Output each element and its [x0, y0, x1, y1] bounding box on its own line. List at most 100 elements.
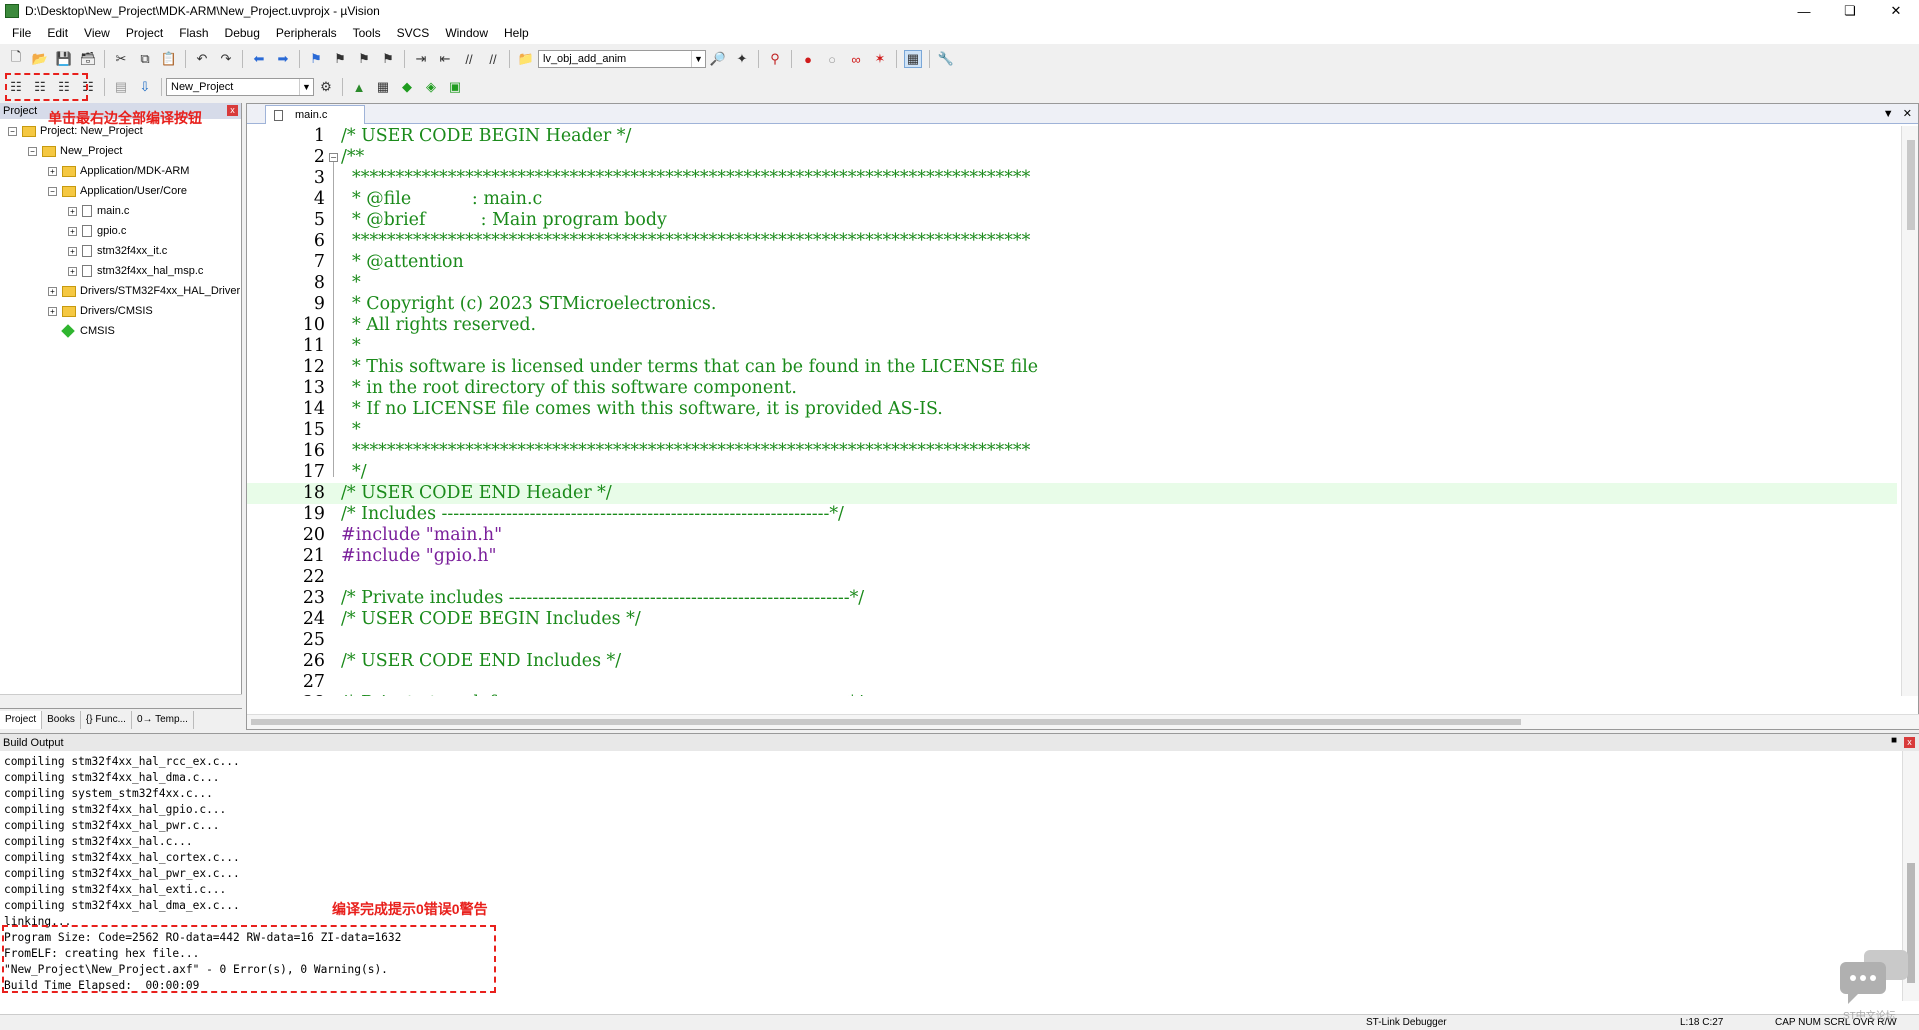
- project-tab[interactable]: 0→ Temp...: [132, 710, 194, 729]
- save-icon[interactable]: 💾: [55, 50, 73, 68]
- tree-item[interactable]: + stm32f4xx_hal_msp.c: [0, 261, 241, 281]
- download-icon[interactable]: ⇩: [136, 78, 154, 96]
- next-bookmark-icon[interactable]: ⚑: [355, 50, 373, 68]
- tree-item[interactable]: + Drivers/STM32F4xx_HAL_Driver: [0, 281, 241, 301]
- navigate-back-icon[interactable]: ⬅: [250, 50, 268, 68]
- chevron-down-icon[interactable]: ▼: [691, 51, 705, 67]
- window-title: D:\Desktop\New_Project\MDK-ARM\New_Proje…: [25, 4, 380, 18]
- expand-toggle-icon[interactable]: −: [8, 126, 17, 136]
- bookmark-icon[interactable]: ⚑: [307, 50, 325, 68]
- paste-icon[interactable]: 📋: [160, 50, 178, 68]
- menu-item-help[interactable]: Help: [496, 26, 537, 40]
- expand-toggle-icon[interactable]: +: [48, 286, 57, 296]
- menu-item-file[interactable]: File: [4, 26, 39, 40]
- expand-toggle-icon[interactable]: +: [68, 266, 77, 276]
- navigate-forward-icon[interactable]: ➡: [274, 50, 292, 68]
- tree-item[interactable]: + main.c: [0, 201, 241, 221]
- code-text: *: [341, 336, 361, 356]
- target-combo[interactable]: New_Project ▼: [166, 78, 314, 96]
- indent-icon[interactable]: ⇥: [412, 50, 430, 68]
- incremental-find-icon[interactable]: ✦: [733, 50, 751, 68]
- disable-breakpoint-icon[interactable]: ○: [823, 50, 841, 68]
- menu-item-view[interactable]: View: [76, 26, 118, 40]
- expand-toggle-icon[interactable]: +: [48, 166, 57, 176]
- tree-item[interactable]: + Drivers/CMSIS: [0, 301, 241, 321]
- breakpoint-icon[interactable]: ●: [799, 50, 817, 68]
- manage-project-icon[interactable]: ▲: [350, 78, 368, 96]
- menu-item-debug[interactable]: Debug: [217, 26, 268, 40]
- line-number: 11: [302, 336, 325, 356]
- menu-item-flash[interactable]: Flash: [171, 26, 216, 40]
- save-all-icon[interactable]: 🗃: [79, 50, 97, 68]
- comment-icon[interactable]: //: [460, 50, 478, 68]
- menu-item-svcs[interactable]: SVCS: [389, 26, 438, 40]
- chevron-down-icon[interactable]: ▼: [299, 79, 313, 95]
- find-in-files-icon[interactable]: 📁: [517, 50, 535, 68]
- uncomment-icon[interactable]: //: [484, 50, 502, 68]
- menu-item-edit[interactable]: Edit: [39, 26, 76, 40]
- event-recorder-icon[interactable]: ▣: [446, 78, 464, 96]
- tab-main-c[interactable]: main.c: [265, 105, 365, 124]
- disable-all-breakpoints-icon[interactable]: ∞: [847, 50, 865, 68]
- redo-icon[interactable]: ↷: [217, 50, 235, 68]
- expand-toggle-icon[interactable]: +: [68, 206, 77, 216]
- project-tab[interactable]: Project: [0, 710, 43, 729]
- editor-vscrollbar[interactable]: [1901, 126, 1918, 696]
- kill-breakpoints-icon[interactable]: ✶: [871, 50, 889, 68]
- project-hscrollbar[interactable]: [0, 694, 242, 708]
- editor-hscrollbar[interactable]: [247, 714, 1919, 729]
- code-text: * Copyright (c) 2023 STMicroelectronics.: [341, 294, 717, 314]
- file-icon: [274, 109, 283, 121]
- copy-icon[interactable]: ⧉: [136, 50, 154, 68]
- code-text: #include "main.h": [341, 525, 503, 545]
- menu-item-tools[interactable]: Tools: [345, 26, 389, 40]
- tree-item[interactable]: + Application/MDK-ARM: [0, 161, 241, 181]
- project-pane: Project x − Project: New_Project − New_Proj…: [0, 103, 242, 730]
- target-options-icon[interactable]: ⚙: [317, 78, 335, 96]
- menu-item-project[interactable]: Project: [118, 26, 171, 40]
- menu-item-peripherals[interactable]: Peripherals: [268, 26, 345, 40]
- folder-icon: [22, 125, 36, 137]
- new-file-icon[interactable]: 🗋: [7, 49, 25, 68]
- debug-session-icon[interactable]: ⚲: [766, 50, 784, 68]
- pin-icon[interactable]: ■: [1891, 735, 1897, 746]
- expand-toggle-icon[interactable]: −: [48, 186, 57, 196]
- project-tab[interactable]: Books: [42, 710, 81, 729]
- maximize-button[interactable]: ❏: [1827, 0, 1873, 22]
- close-button[interactable]: ✕: [1873, 0, 1919, 22]
- configure-icon[interactable]: 🔧: [937, 50, 955, 68]
- expand-toggle-icon[interactable]: +: [48, 306, 57, 316]
- minimize-button[interactable]: —: [1781, 0, 1827, 22]
- open-file-icon[interactable]: 📂: [31, 50, 49, 68]
- project-tab[interactable]: {} Func...: [81, 710, 132, 729]
- tree-item[interactable]: + stm32f4xx_it.c: [0, 241, 241, 261]
- window-layout-icon[interactable]: ▦: [904, 50, 922, 68]
- unindent-icon[interactable]: ⇤: [436, 50, 454, 68]
- build-all-annotation: 单击最右边全部编译按钮: [48, 110, 202, 126]
- expand-toggle-icon[interactable]: +: [68, 226, 77, 236]
- pack-installer-icon[interactable]: ◈: [422, 78, 440, 96]
- code-area[interactable]: 1/* USER CODE BEGIN Header */2/** −3 ****…: [247, 126, 1897, 696]
- close-icon[interactable]: x: [227, 105, 238, 116]
- expand-toggle-icon[interactable]: +: [68, 246, 77, 256]
- fold-toggle-icon[interactable]: −: [329, 153, 338, 162]
- manage-rte-icon[interactable]: ▦: [374, 78, 392, 96]
- tab-controls[interactable]: ▼ ✕: [1883, 107, 1912, 120]
- tree-item[interactable]: − Application/User/Core: [0, 181, 241, 201]
- tree-item[interactable]: − New_Project: [0, 141, 241, 161]
- tree-item-label: gpio.c: [97, 225, 127, 237]
- undo-icon[interactable]: ↶: [193, 50, 211, 68]
- select-packs-icon[interactable]: ◆: [398, 78, 416, 96]
- code-line: 6 **************************************…: [247, 231, 1897, 252]
- function-combo[interactable]: lv_obj_add_anim ▼: [538, 50, 706, 68]
- tree-item[interactable]: CMSIS: [0, 321, 241, 341]
- expand-toggle-icon[interactable]: −: [28, 146, 37, 156]
- tree-item[interactable]: + gpio.c: [0, 221, 241, 241]
- clear-bookmarks-icon[interactable]: ⚑: [379, 50, 397, 68]
- stop-build-icon[interactable]: ▤: [112, 78, 130, 96]
- menu-item-window[interactable]: Window: [437, 26, 496, 40]
- find-icon[interactable]: 🔎: [709, 50, 727, 68]
- prev-bookmark-icon[interactable]: ⚑: [331, 50, 349, 68]
- close-icon[interactable]: x: [1904, 737, 1915, 748]
- cut-icon[interactable]: ✂: [112, 50, 130, 68]
